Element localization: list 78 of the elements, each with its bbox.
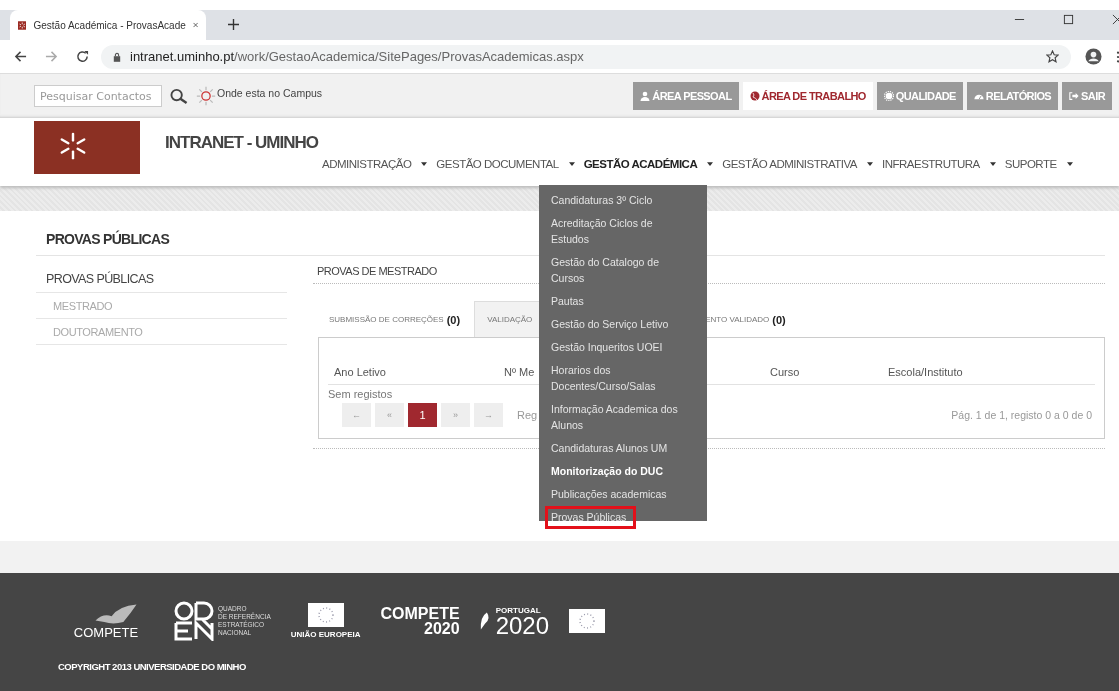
top-nav-button[interactable]: SAIR — [1062, 82, 1112, 110]
campus-link[interactable]: Onde esta no Campus — [217, 87, 323, 99]
menu-icon[interactable] — [1116, 50, 1119, 63]
dropdown-item[interactable]: Acreditação Ciclos de Estudos — [539, 212, 707, 251]
tab-title: Gestão Académica - ProvasAcade — [33, 19, 186, 31]
location-icon — [196, 86, 216, 106]
nav-menu-item[interactable]: GESTÃO DOCUMENTAL — [436, 158, 559, 170]
star-burst-icon — [59, 131, 87, 160]
top-nav-button[interactable]: ÁREA PESSOAL — [633, 82, 739, 110]
page-button[interactable]: « — [375, 403, 404, 427]
logo-text: 2020 — [424, 621, 460, 636]
eu-flag-icon — [569, 609, 606, 633]
dropdown-item[interactable]: Provas Públicas — [545, 506, 637, 529]
top-nav-button[interactable]: RELATÓRIOS — [966, 82, 1059, 110]
pagination-summary: Pág. 1 de 1, registo 0 a 0 de 0 — [951, 409, 1092, 421]
logo-text: COMPETE — [380, 606, 460, 621]
top-nav-button[interactable]: ÁREA DE TRABALHO — [742, 82, 873, 110]
lock-icon — [113, 51, 121, 62]
logo-text: UNIÃO EUROPEIA — [290, 630, 361, 639]
records-label: Reg — [517, 409, 538, 421]
qren-mark-icon — [174, 601, 214, 641]
top-nav-button[interactable]: QUALIDADE — [876, 82, 963, 110]
globe-icon — [749, 91, 760, 101]
site-title: INTRANET - UMINHO — [165, 133, 318, 154]
page-button[interactable]: ← — [342, 403, 371, 427]
caret-icon[interactable] — [867, 162, 873, 166]
university-logo[interactable] — [34, 121, 140, 174]
search-field[interactable]: Pesquisar Contactos — [34, 85, 162, 107]
dropdown-item[interactable]: Horarios dos Docentes/Curso/Salas — [539, 359, 707, 398]
back-icon[interactable] — [14, 50, 27, 63]
close-icon[interactable] — [192, 21, 198, 29]
column-header[interactable]: Ano Letivo — [328, 366, 498, 378]
caret-icon[interactable] — [568, 162, 575, 166]
nav-menu-item[interactable]: SUPORTE — [1004, 158, 1057, 170]
new-tab-icon[interactable] — [228, 19, 239, 30]
caret-icon[interactable] — [421, 162, 428, 166]
bird-icon — [93, 602, 139, 625]
nav-menu-item[interactable]: INFRAESTRUTURA — [882, 158, 980, 170]
page-button[interactable]: → — [474, 403, 503, 427]
column-header[interactable]: Escola/Instituto — [882, 366, 963, 378]
nav-menu-item[interactable]: ADMINISTRAÇÃO — [322, 158, 412, 170]
dropdown-item[interactable]: Monitorização do DUC — [539, 460, 707, 483]
dropdown-item[interactable]: Informação Academica dos Alunos — [539, 398, 707, 437]
logo-text: COMPETE — [73, 624, 139, 640]
person-icon — [640, 91, 651, 101]
gear-icon — [883, 91, 894, 101]
eu-flag-icon — [307, 603, 344, 627]
sidebar-item[interactable]: MESTRADO — [36, 293, 287, 319]
caret-icon[interactable] — [707, 162, 714, 166]
dropdown-item[interactable]: Gestão Inqueritos UOEI — [539, 336, 707, 359]
column-header[interactable]: Curso — [764, 366, 882, 378]
search-icon[interactable] — [169, 87, 189, 105]
nav-menu-item[interactable]: GESTÃO ADMINISTRATIVA — [722, 158, 857, 170]
nav-menu-item[interactable]: GESTÃO ACADÉMICA — [583, 158, 698, 170]
copyright-text: COPYRIGHT 2013 UNIVERSIDADE DO MINHO — [58, 661, 247, 672]
caret-icon[interactable] — [1066, 162, 1073, 166]
tab[interactable]: SUBMISSÃO DE CORREÇÕES (0) — [318, 301, 475, 337]
address-bar[interactable]: intranet.uminho.pt/work/GestaoAcademica/SitePages/ProvasAcademicas.aspx — [101, 44, 1071, 69]
maximize-icon[interactable] — [1063, 14, 1074, 25]
exit-icon — [1069, 91, 1080, 101]
dropdown-item[interactable]: Candidaturas Alunos UM — [539, 437, 707, 460]
dropdown-item[interactable]: Gestão do Serviço Letivo — [539, 313, 707, 336]
url-text: intranet.uminho.pt/work/GestaoAcademica/SitePages/ProvasAcademicas.aspx — [130, 49, 584, 64]
page-button[interactable]: 1 — [408, 403, 437, 427]
dropdown-item[interactable]: Publicações academicas — [539, 483, 707, 506]
browser-tab[interactable]: Gestão Académica - ProvasAcade — [10, 10, 206, 40]
sidebar-heading: PROVAS PÚBLICAS — [36, 256, 287, 293]
dropdown-item[interactable]: Candidaturas 3º Ciclo — [539, 189, 707, 212]
star-icon[interactable] — [1046, 50, 1059, 63]
account-icon[interactable] — [1085, 48, 1102, 65]
dropdown-item[interactable]: Pautas — [539, 290, 707, 313]
logo-text: 2020 — [495, 614, 550, 637]
university-logo-icon — [18, 18, 27, 32]
page-button[interactable]: » — [441, 403, 470, 427]
empty-message: Sem registos — [328, 387, 393, 400]
logo-text: PORTUGAL — [495, 605, 542, 615]
caret-icon[interactable] — [989, 162, 996, 166]
reload-icon[interactable] — [76, 50, 89, 63]
